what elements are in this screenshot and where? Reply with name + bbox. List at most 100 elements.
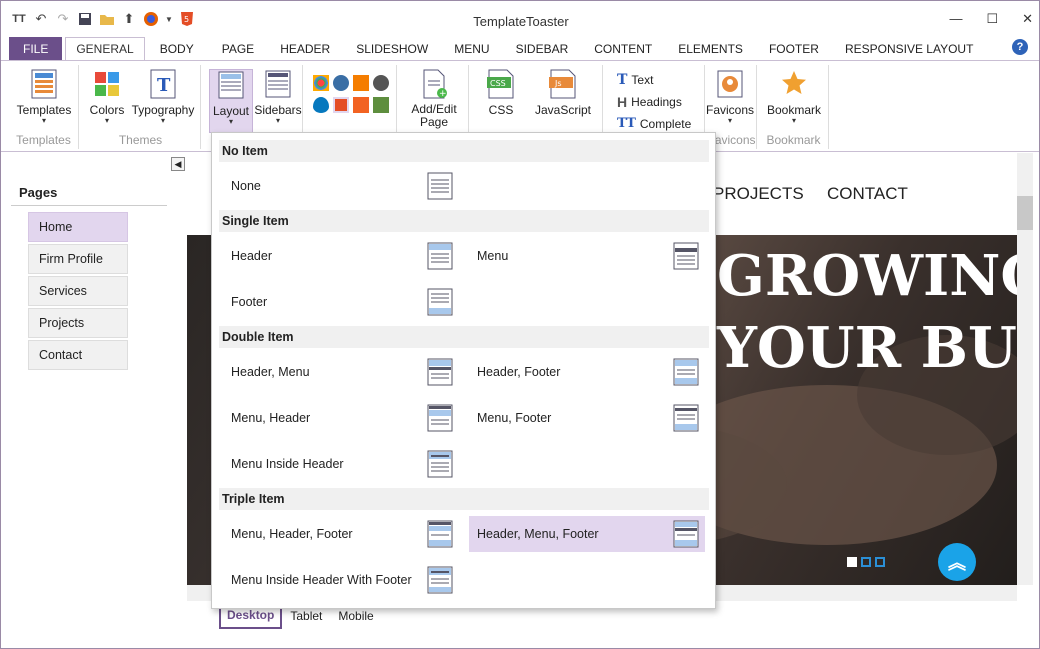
collapse-panel-button[interactable]: ◀ [171, 157, 185, 171]
chevron-down-icon: ▾ [160, 116, 165, 125]
layout-option-menu-header-footer[interactable]: Menu, Header, Footer [219, 516, 459, 552]
layout-option-header-menu-footer[interactable]: Header, Menu, Footer [469, 516, 705, 552]
page-item-home[interactable]: Home [28, 212, 128, 242]
layout-option-none[interactable]: None [219, 168, 459, 204]
layout-header-icon [427, 242, 453, 270]
templates-button[interactable]: Templates ▾ [15, 69, 73, 125]
layout-header-menu-footer-icon [673, 520, 699, 548]
tab-responsive-layout[interactable]: RESPONSIVE LAYOUT [832, 37, 986, 61]
add-edit-page-button[interactable]: + Add/Edit Page [403, 69, 465, 129]
tab-content[interactable]: CONTENT [581, 37, 665, 61]
slide-dot[interactable] [847, 557, 857, 567]
page-item-contact[interactable]: Contact [28, 340, 128, 370]
typography-button[interactable]: T Typography ▾ [131, 69, 195, 125]
maximize-icon[interactable]: ☐ [986, 11, 998, 27]
chevron-left-icon: ◀ [174, 158, 182, 169]
layout-option-header[interactable]: Header [219, 238, 459, 274]
chevron-down-icon: ▾ [275, 116, 280, 125]
wordpress-alt-icon[interactable] [373, 75, 389, 91]
tab-footer[interactable]: FOOTER [756, 37, 832, 61]
window-controls: — ☐ ✕ [949, 11, 1033, 27]
page-item-firm-profile[interactable]: Firm Profile [28, 244, 128, 274]
text-label: Text [631, 73, 654, 87]
layout-option-menu-footer[interactable]: Menu, Footer [465, 400, 705, 436]
templates-group-label: Templates [16, 133, 71, 147]
tab-elements[interactable]: ELEMENTS [665, 37, 756, 61]
layout-menu-footer-icon [673, 404, 699, 432]
add-page-icon: + [423, 69, 447, 99]
tab-file[interactable]: FILE [9, 37, 63, 61]
magento-icon[interactable] [353, 97, 369, 113]
layout-option-menu-inside-header[interactable]: Menu Inside Header [219, 446, 459, 482]
star-icon [782, 71, 806, 94]
layout-header-menu-icon [427, 358, 453, 386]
tab-general[interactable]: GENERAL [65, 37, 145, 61]
layout-dropdown: No Item None Single Item Header Menu Foo… [211, 132, 716, 609]
joomla-icon[interactable] [313, 75, 329, 91]
minimize-icon[interactable]: — [949, 11, 962, 27]
chevron-down-icon: ▾ [791, 116, 796, 125]
tab-slideshow[interactable]: SLIDESHOW [343, 37, 441, 61]
layout-option-footer[interactable]: Footer [219, 284, 459, 320]
html5-export-icon[interactable] [333, 97, 349, 113]
section-double-item: Double Item [219, 326, 709, 348]
drupal-icon[interactable] [313, 97, 329, 113]
tab-page[interactable]: PAGE [209, 37, 267, 61]
layout-option-header-menu[interactable]: Header, Menu [219, 354, 459, 390]
tab-header[interactable]: HEADER [267, 37, 343, 61]
slide-dot[interactable] [875, 557, 885, 567]
layout-menu-header-footer-icon [427, 520, 453, 548]
wordpress-icon[interactable] [333, 75, 349, 91]
colors-button[interactable]: Colors ▾ [87, 69, 127, 125]
layout-button[interactable]: Layout ▾ [209, 69, 253, 133]
divider [11, 205, 167, 206]
complete-icon: TT [617, 116, 636, 131]
blogger-icon[interactable] [353, 75, 369, 91]
close-icon[interactable]: ✕ [1022, 11, 1033, 27]
option-label: Menu, Footer [477, 411, 552, 425]
sidebars-button[interactable]: Sidebars ▾ [254, 69, 302, 125]
templates-label: Templates [16, 103, 72, 117]
layout-menu-header-icon [427, 404, 453, 432]
page-item-projects[interactable]: Projects [28, 308, 128, 338]
layout-option-menu[interactable]: Menu [465, 238, 705, 274]
chevron-down-icon: ▾ [104, 116, 109, 125]
text-button[interactable]: T Text [617, 72, 653, 88]
colors-label: Colors [89, 103, 125, 117]
headings-icon: H [617, 94, 628, 110]
hero-heading-line1: GROWING A [717, 243, 1040, 309]
css-label: CSS [488, 103, 514, 117]
tab-menu[interactable]: MENU [441, 37, 502, 61]
colors-icon [95, 72, 119, 96]
css-button[interactable]: CSS CSS [481, 69, 521, 117]
hero-heading-line2: YOUR BUSIN [717, 315, 1039, 381]
scroll-to-top-button[interactable]: ︽ [938, 543, 976, 581]
chevron-down-icon: ▾ [727, 116, 732, 125]
tab-sidebar[interactable]: SIDEBAR [503, 37, 582, 61]
themes-group-label: Themes [118, 133, 163, 147]
svg-text:CSS: CSS [490, 79, 506, 88]
svg-text:+: + [439, 89, 447, 99]
headings-button[interactable]: H Headings [617, 94, 682, 110]
preview-nav-contact[interactable]: CONTACT [827, 184, 908, 204]
vertical-scrollbar-thumb[interactable] [1017, 196, 1033, 230]
layout-option-menu-inside-header-with-footer[interactable]: Menu Inside Header With Footer [219, 562, 459, 598]
shopify-icon[interactable] [373, 97, 389, 113]
slide-dot[interactable] [861, 557, 871, 567]
help-icon[interactable]: ? [1012, 39, 1028, 55]
bookmark-button[interactable]: Bookmark ▾ [763, 69, 825, 125]
page-item-services[interactable]: Services [28, 276, 128, 306]
favicons-button[interactable]: Favicons ▾ [705, 69, 755, 125]
javascript-button[interactable]: Js JavaScript [531, 69, 595, 117]
complete-button[interactable]: TT Complete [617, 116, 691, 131]
layout-option-menu-header[interactable]: Menu, Header [219, 400, 459, 436]
layout-option-header-footer[interactable]: Header, Footer [465, 354, 705, 390]
option-label: Menu, Header [231, 411, 311, 425]
chevron-down-icon: ▾ [228, 117, 233, 126]
svg-text:T: T [157, 75, 171, 96]
headings-label: Headings [631, 95, 682, 109]
preview-nav-projects[interactable]: PROJECTS [713, 184, 804, 204]
tab-body[interactable]: BODY [145, 37, 209, 61]
svg-text:Js: Js [554, 79, 562, 88]
text-icon: T [617, 72, 628, 88]
